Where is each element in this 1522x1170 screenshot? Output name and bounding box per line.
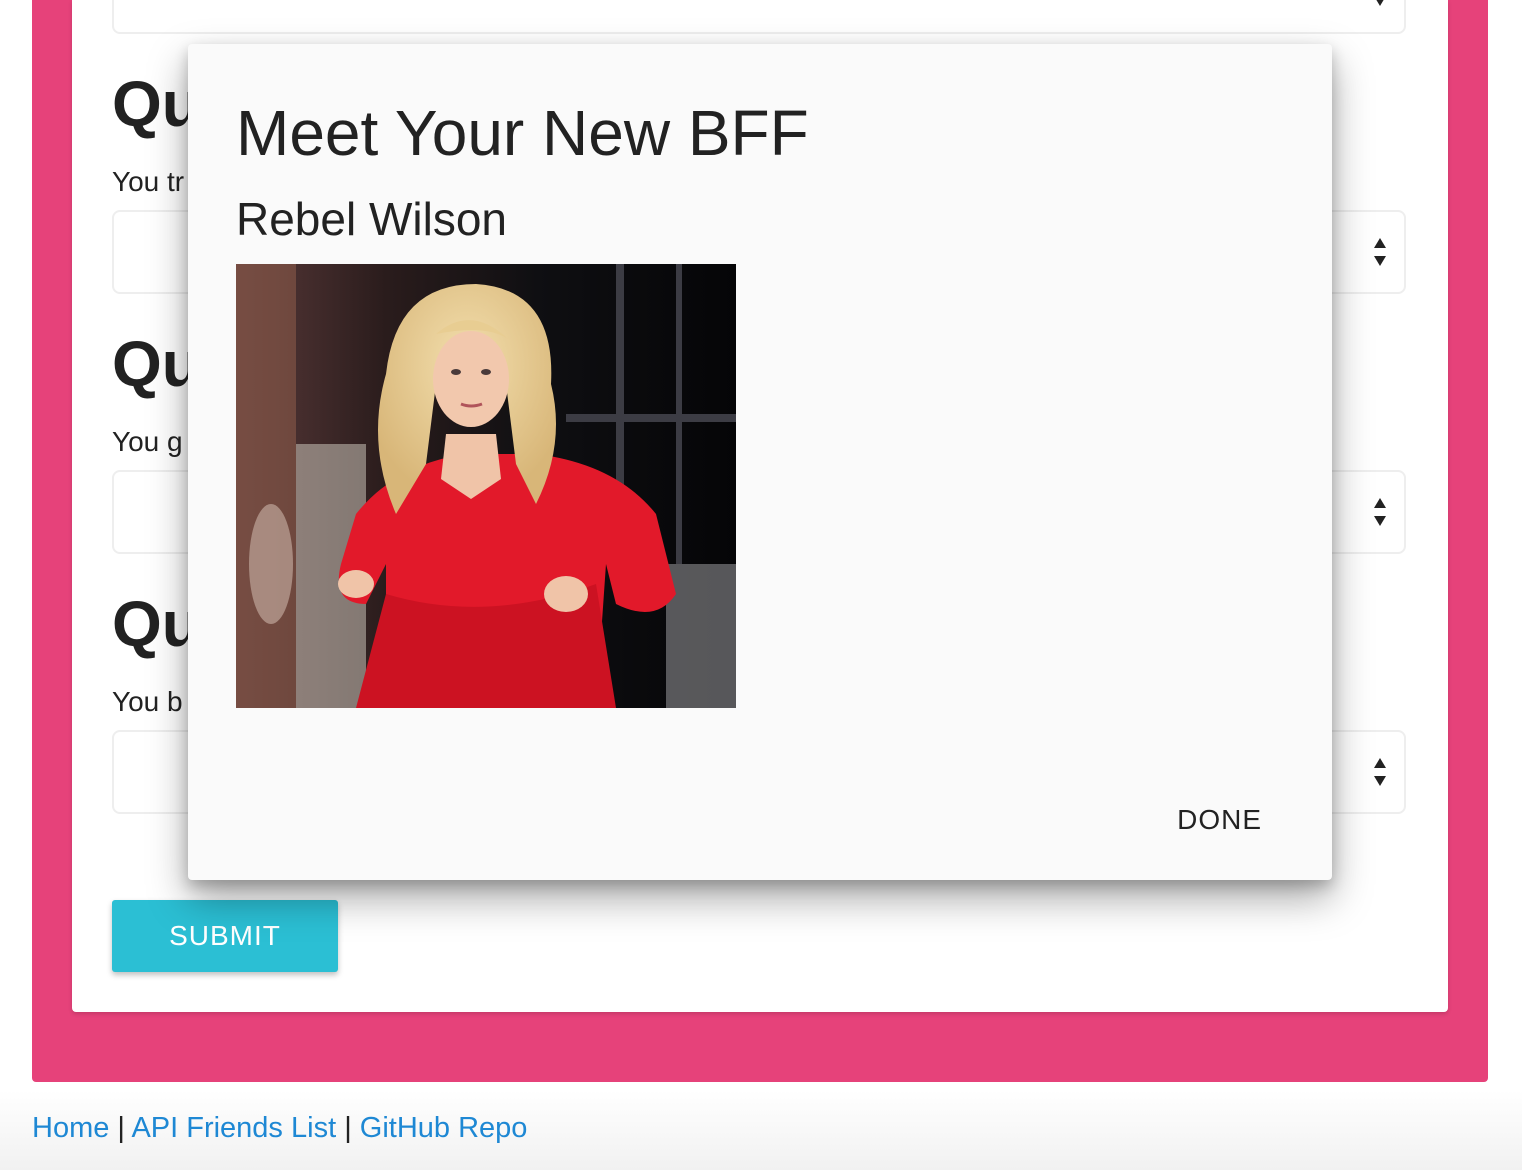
select-arrows-icon	[1374, 498, 1386, 526]
select-arrows-icon	[1374, 758, 1386, 786]
question-text-3: You b	[112, 686, 183, 717]
select-arrows-icon	[1374, 238, 1386, 266]
modal-title: Meet Your New BFF	[236, 97, 809, 169]
result-modal: Meet Your New BFF Rebel Wilson DONE	[188, 44, 1332, 880]
question-text-2: You g	[112, 426, 183, 457]
footer-separator: |	[117, 1112, 125, 1144]
footer-link-api-friends[interactable]: API Friends List	[131, 1112, 336, 1144]
bff-photo	[236, 264, 736, 708]
submit-button[interactable]: SUBMIT	[112, 900, 338, 972]
select-arrows-icon	[1376, 0, 1384, 6]
question-select-0[interactable]	[112, 0, 1406, 34]
bff-name: Rebel Wilson	[236, 193, 507, 245]
footer-link-home[interactable]: Home	[32, 1112, 109, 1144]
footer-separator: |	[344, 1112, 352, 1144]
footer-link-github[interactable]: GitHub Repo	[360, 1112, 528, 1144]
footer: Home | API Friends List | GitHub Repo	[0, 1090, 1522, 1170]
footer-links: Home | API Friends List | GitHub Repo	[32, 1112, 527, 1145]
done-button[interactable]: DONE	[1177, 804, 1262, 836]
question-text-1: You tr	[112, 166, 185, 197]
